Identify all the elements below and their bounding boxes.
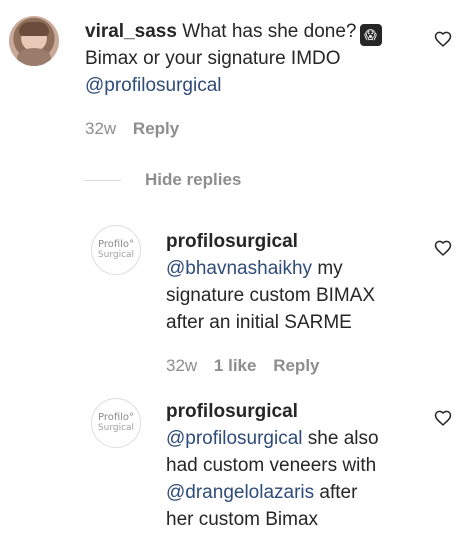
reply-2-line-2: had custom veneers with	[166, 455, 377, 476]
reply-2-mention-1[interactable]: @profilosurgical	[166, 428, 303, 449]
reply-1-avatar[interactable]: Profilo° Surgical	[91, 225, 141, 275]
reply-1-line-2: signature custom BIMAX	[166, 285, 376, 306]
reply-2-avatar[interactable]: Profilo° Surgical	[91, 398, 141, 448]
reply-1-line-1: @bhavnashaikhy my	[166, 255, 343, 282]
heart-outline-icon[interactable]	[433, 29, 453, 49]
reply-2-line-4: her custom Bimax	[166, 509, 319, 530]
reply-1-username[interactable]: profilosurgical	[166, 228, 298, 255]
reply-2-line-1-rest: she also	[302, 428, 379, 449]
comment-time: 32w	[85, 119, 117, 138]
reply-2-heart-outline-icon[interactable]	[433, 408, 453, 428]
reply-2-line-1: @profilosurgical she also	[166, 425, 379, 452]
reply-1-line-3: after an initial SARME	[166, 312, 352, 333]
reply-1-heart-outline-icon[interactable]	[433, 238, 453, 258]
reply-button[interactable]: Reply	[133, 119, 179, 138]
reply-1-line-1-rest: my	[312, 258, 343, 279]
reply-2-line-3: @drangelolazaris after	[166, 479, 357, 506]
avatar-brand-top-2: Profilo°	[97, 412, 135, 423]
hide-replies-button[interactable]: Hide replies	[145, 170, 241, 190]
reply-1-meta: 32w 1 like Reply	[166, 356, 320, 376]
comment-username[interactable]: viral_sass	[85, 21, 177, 42]
reply-1-reply-button[interactable]: Reply	[273, 356, 319, 375]
comment-mention-link[interactable]: @profilosurgical	[85, 72, 222, 99]
comment-meta: 32w Reply	[85, 119, 179, 139]
reply-2-line-3-rest: after	[314, 482, 358, 503]
avatar-brand-bottom: Surgical	[97, 250, 135, 260]
avatar-brand-bottom-2: Surgical	[97, 423, 135, 433]
comment-body-part-1: What has she done?	[182, 21, 357, 42]
face-scream-emoji-icon: 😱	[359, 24, 382, 46]
reply-1-likes[interactable]: 1 like	[214, 356, 257, 375]
reply-1-time: 32w	[166, 356, 198, 375]
reply-2-username[interactable]: profilosurgical	[166, 398, 298, 425]
hide-replies-divider	[84, 180, 121, 181]
comment-text-line-1: viral_sass What has she done? 😱	[85, 18, 382, 46]
reply-1-mention[interactable]: @bhavnashaikhy	[166, 258, 312, 279]
commenter-avatar[interactable]	[9, 16, 59, 66]
comment-text-line-2: Bimax or your signature IMDO	[85, 48, 341, 69]
reply-2-mention-2[interactable]: @drangelolazaris	[166, 482, 314, 503]
avatar-brand-top: Profilo°	[97, 239, 135, 250]
